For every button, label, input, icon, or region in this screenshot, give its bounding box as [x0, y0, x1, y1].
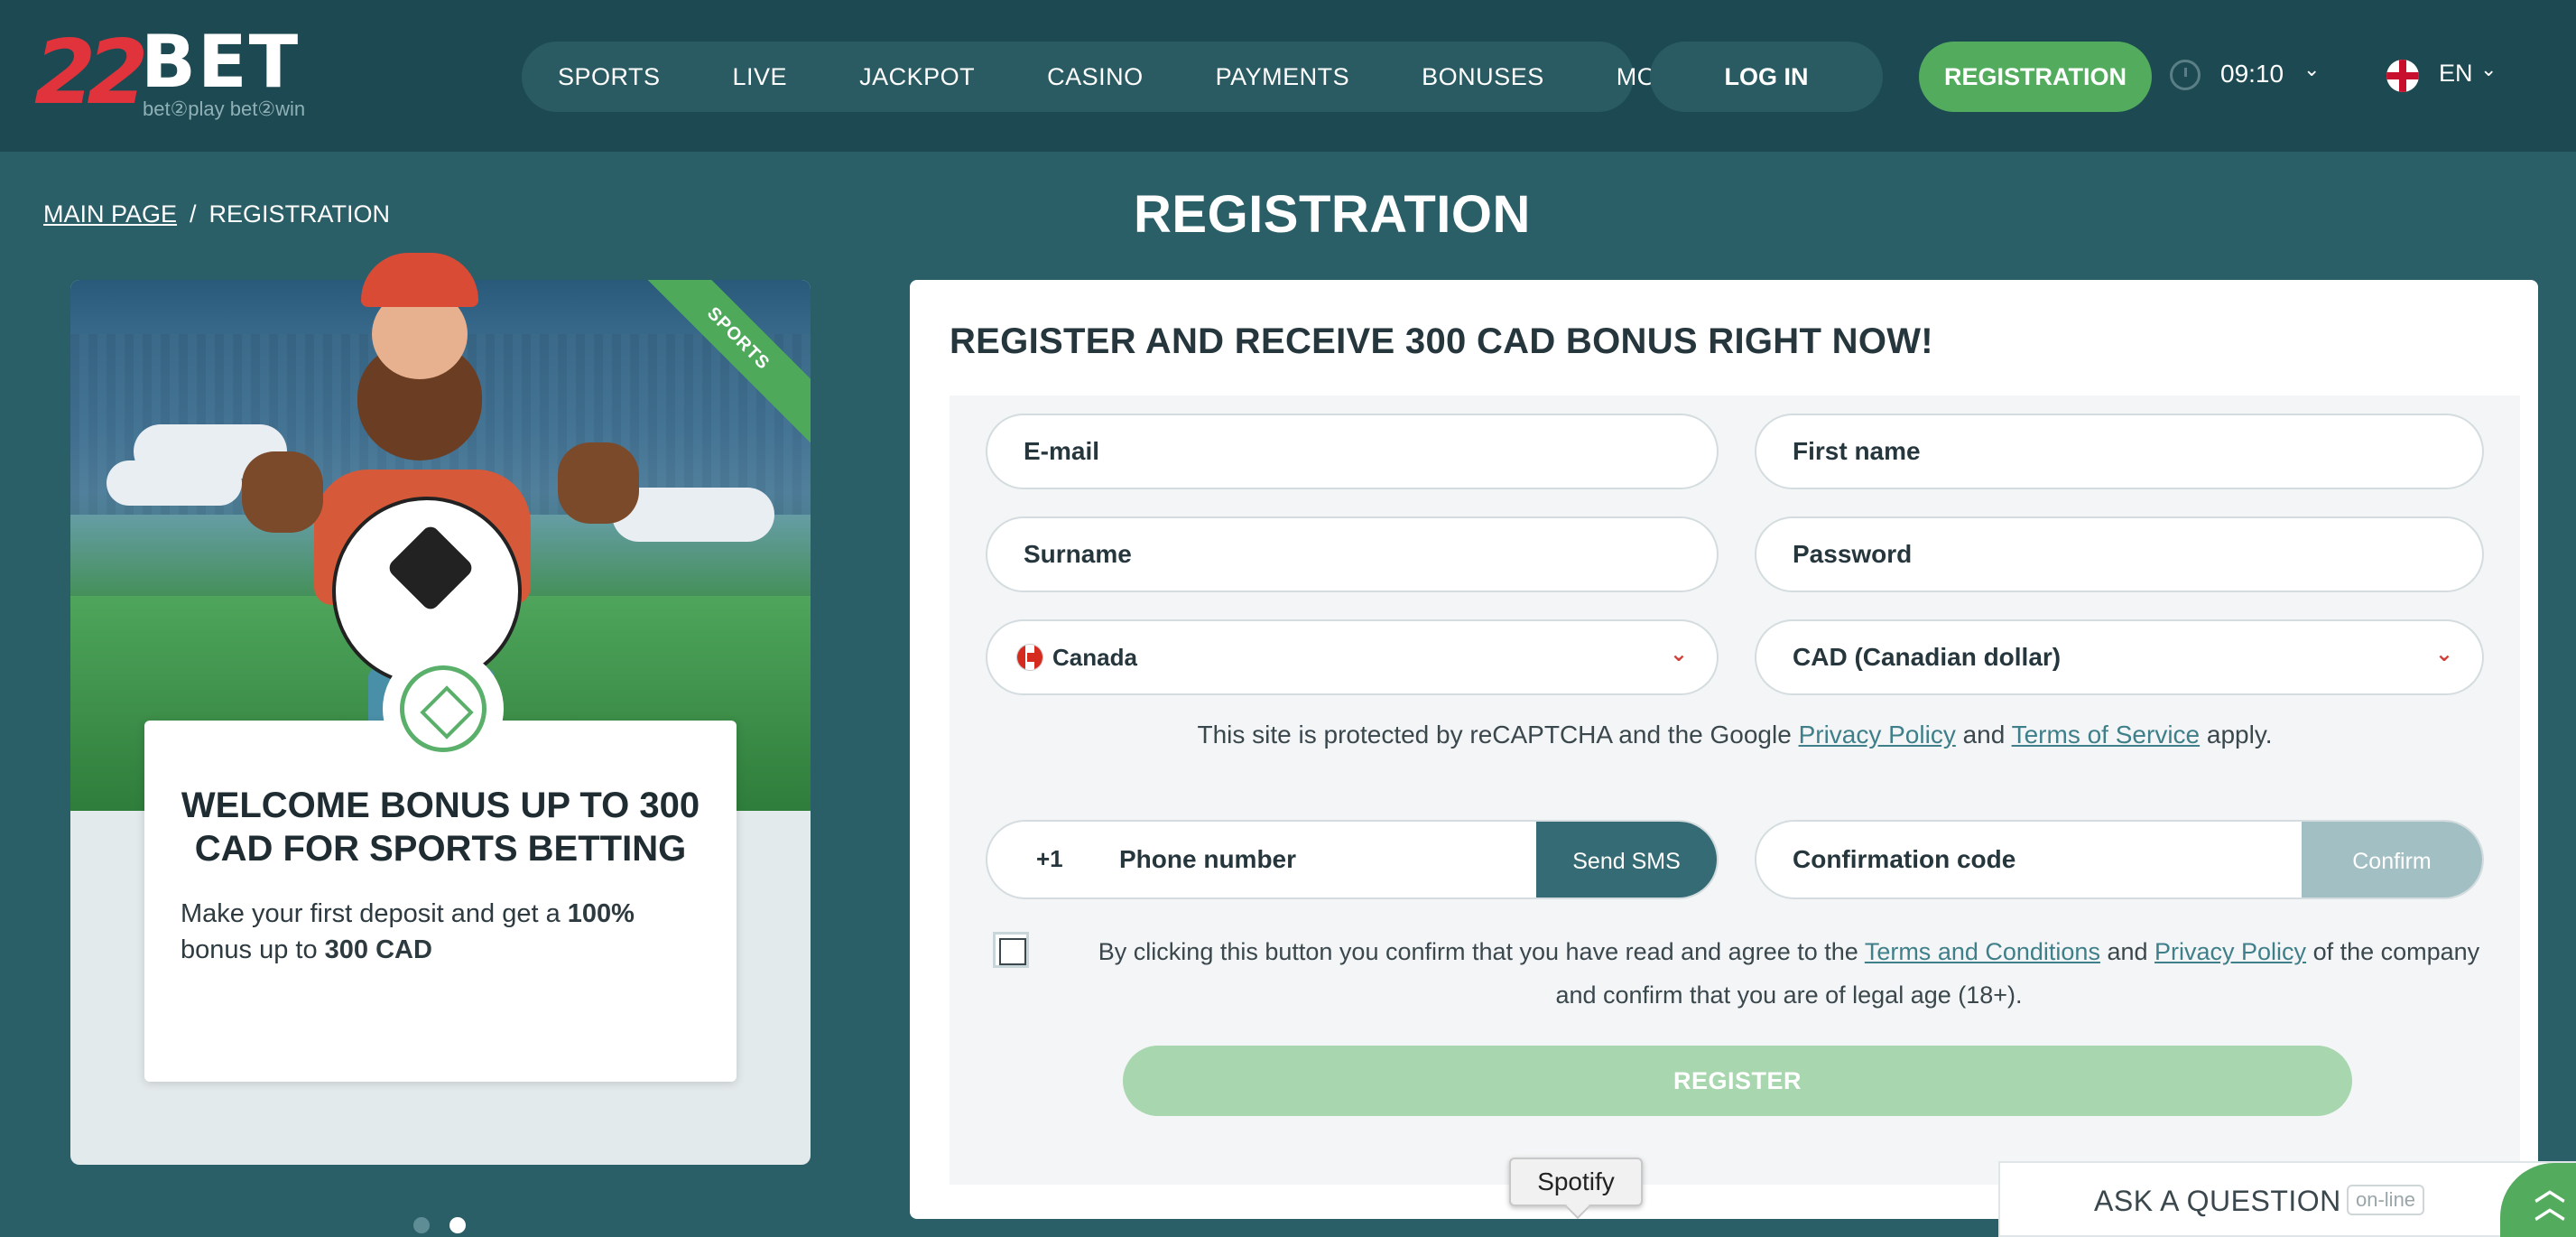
form-heading: REGISTER AND RECEIVE 300 CAD BONUS RIGHT…	[950, 321, 1933, 361]
registration-form: REGISTER AND RECEIVE 300 CAD BONUS RIGHT…	[910, 280, 2538, 1219]
country-value: Canada	[1052, 643, 1137, 671]
terms-of-service-link[interactable]: Terms of Service	[2012, 721, 2201, 749]
nav-bonuses[interactable]: BONUSES	[1422, 63, 1544, 91]
first-name-field[interactable]: First name	[1755, 414, 2484, 489]
password-field[interactable]: Password	[1755, 516, 2484, 592]
scroll-up-button[interactable]: ︿ ︿	[2500, 1163, 2576, 1237]
mascot-right-hand	[558, 442, 639, 524]
currency-select[interactable]: CAD (Canadian dollar) ⌄	[1755, 619, 2484, 695]
terms-text-part: By clicking this button you confirm that…	[1098, 938, 1865, 965]
confirmation-code-field[interactable]: Confirmation code Confirm	[1755, 820, 2484, 899]
uk-flag-icon[interactable]	[2386, 60, 2419, 92]
recaptcha-text: This site is protected by reCAPTCHA and …	[1197, 721, 1799, 749]
country-select[interactable]: Canada ⌄	[986, 619, 1719, 695]
mascot-head	[352, 253, 487, 460]
cloud-left-2	[107, 460, 242, 506]
login-button[interactable]: LOG IN	[1650, 42, 1883, 112]
chevron-down-icon[interactable]: ⌄	[2480, 58, 2497, 81]
send-sms-button[interactable]: Send SMS	[1536, 822, 1717, 898]
logo-tagline: bet②play bet②win	[143, 98, 306, 120]
promo-text-bold: 100%	[567, 899, 635, 928]
main-nav: SPORTS LIVE JACKPOT CASINO PAYMENTS BONU…	[522, 42, 1691, 112]
promo-text-part: Make your first deposit and get a	[181, 899, 568, 928]
email-field[interactable]: E-mail	[986, 414, 1719, 489]
top-header: 22 BET bet②play bet②win SPORTS LIVE JACK…	[0, 0, 2576, 152]
recaptcha-notice: This site is protected by reCAPTCHA and …	[950, 721, 2520, 749]
nav-live[interactable]: LIVE	[733, 63, 788, 91]
page-title: REGISTRATION	[1134, 185, 1531, 244]
ask-question-widget[interactable]: ASK A QUESTION on-line ︿ ︿	[1998, 1161, 2576, 1237]
promo-text-bold: 300 CAD	[324, 935, 432, 964]
phone-number-input[interactable]: Phone number	[1119, 845, 1296, 874]
currency-value: CAD (Canadian dollar)	[1793, 643, 2062, 671]
nav-payments[interactable]: PAYMENTS	[1216, 63, 1350, 91]
privacy-policy-link[interactable]: Privacy Policy	[2154, 938, 2306, 965]
chevron-down-icon[interactable]: ⌄	[2303, 58, 2320, 81]
carousel-dot[interactable]	[413, 1217, 430, 1233]
nav-casino[interactable]: CASINO	[1047, 63, 1144, 91]
brand-logo[interactable]: 22 BET bet②play bet②win	[34, 20, 350, 130]
phone-country-code[interactable]: +1	[1036, 845, 1063, 873]
privacy-policy-link[interactable]: Privacy Policy	[1799, 721, 1956, 749]
register-button[interactable]: REGISTER	[1123, 1046, 2352, 1116]
nav-sports[interactable]: SPORTS	[558, 63, 661, 91]
promo-title: WELCOME BONUS UP TO 300 CAD FOR SPORTS B…	[181, 786, 700, 869]
language-selector[interactable]: EN	[2439, 60, 2473, 88]
terms-text-part: and	[2099, 938, 2155, 965]
logo-number: 22	[34, 22, 148, 125]
terms-text: By clicking this button you confirm that…	[1085, 930, 2493, 1017]
chevron-down-icon: ⌄	[2434, 642, 2453, 666]
promo-text: Make your first deposit and get a 100% b…	[181, 896, 704, 968]
online-status-badge: on-line	[2347, 1185, 2425, 1215]
carousel-dot-active[interactable]	[449, 1217, 466, 1233]
form-body: E-mail First name Surname Password Canad…	[950, 395, 2520, 1185]
recaptcha-text: and	[1955, 721, 2012, 749]
breadcrumb-separator: /	[190, 200, 197, 228]
mascot-left-hand	[242, 451, 323, 533]
breadcrumb: MAIN PAGE / REGISTRATION	[43, 200, 390, 228]
registration-button[interactable]: REGISTRATION	[1919, 42, 2152, 112]
soccer-ball-icon	[383, 648, 504, 769]
phone-field[interactable]: +1 Phone number Send SMS	[986, 820, 1719, 899]
confirmation-code-input[interactable]: Confirmation code	[1793, 845, 2015, 874]
confirm-button[interactable]: Confirm	[2302, 822, 2482, 898]
breadcrumb-home[interactable]: MAIN PAGE	[43, 200, 177, 228]
logo-brand: BET	[141, 20, 301, 104]
spotify-tooltip: Spotify	[1509, 1158, 1643, 1206]
canada-flag-icon	[1016, 644, 1043, 671]
double-chevron-up-icon[interactable]: ︿ ︿	[2534, 1175, 2565, 1223]
promo-text-part: bonus up to	[181, 935, 325, 964]
promo-content: WELCOME BONUS UP TO 300 CAD FOR SPORTS B…	[144, 648, 737, 1082]
recaptcha-text: apply.	[2200, 721, 2273, 749]
terms-checkbox[interactable]	[993, 932, 1029, 968]
time-display[interactable]: 09:10	[2220, 60, 2284, 88]
breadcrumb-current: REGISTRATION	[208, 200, 391, 228]
nav-jackpot[interactable]: JACKPOT	[859, 63, 975, 91]
terms-and-conditions-link[interactable]: Terms and Conditions	[1865, 938, 2100, 965]
surname-field[interactable]: Surname	[986, 516, 1719, 592]
clock-icon	[2170, 60, 2201, 90]
chevron-down-icon: ⌄	[1669, 642, 1688, 666]
promo-card[interactable]: SPORTS WELCOME BONUS UP TO 300 CAD FOR S…	[70, 253, 811, 1165]
ask-question-label[interactable]: ASK A QUESTION	[2094, 1185, 2341, 1218]
